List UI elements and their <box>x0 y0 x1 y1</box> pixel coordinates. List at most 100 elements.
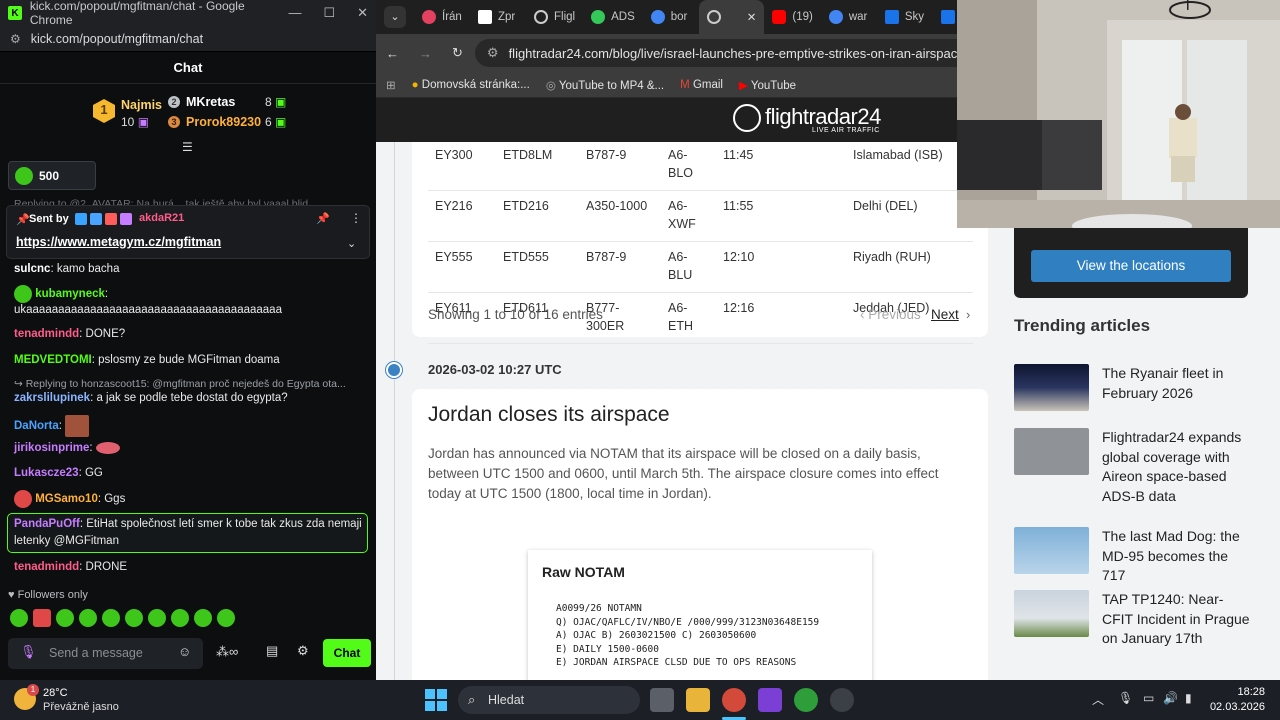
article-title[interactable]: The last Mad Dog: the MD-95 becomes the … <box>1102 527 1252 586</box>
bookmark-item[interactable]: ● Domovská stránka:... <box>412 79 530 91</box>
forward-arrow-icon[interactable]: → <box>419 46 432 61</box>
bookmark-item[interactable]: ◎ YouTube to MP4 &... <box>546 78 664 92</box>
fr24-logo-icon <box>733 104 761 132</box>
settings-gear-icon[interactable]: ⚙ <box>297 643 309 659</box>
maximize-icon[interactable]: ☐ <box>323 5 335 21</box>
notam-image: Raw NOTAM A0099/26 NOTAMN Q) OJAC/QAFLC/… <box>528 550 872 680</box>
kicks-infinity-icon[interactable]: ⁂∞ <box>216 644 238 660</box>
tab[interactable]: Zpr <box>470 0 526 34</box>
article-item[interactable]: TAP TP1240: Near-CFIT Incident in Prague… <box>1014 590 1250 646</box>
chrome-icon[interactable] <box>722 688 746 712</box>
previous-page-button[interactable]: ‹ Previous <box>860 307 921 322</box>
weather-temp[interactable]: 28°C <box>43 687 68 699</box>
windows-start-icon[interactable] <box>425 689 447 711</box>
article-title[interactable]: Flightradar24 expands global coverage wi… <box>1102 428 1252 506</box>
article-thumbnail[interactable] <box>1014 590 1089 637</box>
chevron-up-icon[interactable]: ︿ <box>1092 691 1104 708</box>
xbox-icon[interactable] <box>794 688 818 712</box>
emote-icon[interactable] <box>194 609 212 627</box>
chat-header: Chat <box>0 52 376 84</box>
chat-window-title: kick.com/popout/mgfitman/chat - Google C… <box>29 0 245 27</box>
bookmark-item[interactable]: ▶ YouTube <box>739 78 796 92</box>
reload-icon[interactable]: ↻ <box>452 45 463 61</box>
tab[interactable]: Sky <box>877 0 933 34</box>
leaderboard-expand-icon[interactable]: ☰ <box>182 140 193 154</box>
microphone-icon[interactable]: 🎙 <box>1118 691 1133 705</box>
tab[interactable]: bor <box>643 0 699 34</box>
search-icon: ⌕ <box>468 692 476 707</box>
emote-icon[interactable] <box>171 609 189 627</box>
timeline-line <box>394 142 395 680</box>
tab[interactable]: ADS <box>583 0 643 34</box>
apps-grid-icon[interactable]: ⊞ <box>386 78 396 92</box>
emote-icon[interactable] <box>148 609 166 627</box>
chat-url-bar[interactable]: ⚙ kick.com/popout/mgfitman/chat <box>0 26 376 52</box>
taskbar-date[interactable]: 02.03.2026 <box>1201 701 1265 713</box>
article-item[interactable]: The last Mad Dog: the MD-95 becomes the … <box>1014 527 1248 583</box>
trending-heading: Trending articles <box>1014 316 1151 335</box>
tab-favicon-icon <box>706 10 721 24</box>
bookmark-item[interactable]: M Gmail <box>680 79 723 91</box>
battery-icon[interactable]: ▮ <box>1185 691 1192 705</box>
next-page-button[interactable]: Next <box>931 307 959 322</box>
bookmark-favicon-icon: ● <box>411 78 419 91</box>
tab[interactable]: Fligl <box>526 0 583 34</box>
taskbar-search[interactable]: ⌕ Hledat <box>458 686 640 714</box>
article-thumbnail[interactable] <box>1014 428 1089 475</box>
chat-message: tenadmindd: DONE? <box>14 328 126 340</box>
store-icon[interactable]: ▤ <box>266 643 278 659</box>
close-tab-icon[interactable]: ✕ <box>747 10 757 24</box>
tab-favicon-icon <box>884 10 899 24</box>
network-icon[interactable]: ▭ <box>1143 691 1154 705</box>
chat-window: K kick.com/popout/mgfitman/chat - Google… <box>0 0 376 680</box>
tab-favicon-icon <box>478 10 492 24</box>
article-title[interactable]: The Ryanair fleet in February 2026 <box>1102 364 1252 403</box>
emoji-icon[interactable]: ☺ <box>178 644 191 659</box>
app-icon[interactable] <box>758 688 782 712</box>
article-thumbnail[interactable] <box>1014 527 1089 574</box>
taskbar-time[interactable]: 18:28 <box>1213 686 1265 698</box>
minimize-icon[interactable]: — <box>288 5 301 21</box>
file-explorer-icon[interactable] <box>686 688 710 712</box>
article-item[interactable]: The Ryanair fleet in February 2026 <box>1014 364 1248 414</box>
emote-icon[interactable] <box>33 609 51 627</box>
back-arrow-icon[interactable]: ← <box>386 46 399 61</box>
emote-icon[interactable] <box>56 609 74 627</box>
more-options-icon[interactable]: ⋮ <box>350 211 362 225</box>
microphone-icon[interactable]: 🎙 <box>20 644 37 660</box>
send-chat-button[interactable]: Chat <box>323 639 371 667</box>
chat-message-continued: ukaaaaaaaaaaaaaaaaaaaaaaaaaaaaaaaaaaaaaa… <box>14 304 282 316</box>
weather-desc[interactable]: Převážně jasno <box>43 701 119 713</box>
tab[interactable]: Írán <box>414 0 470 34</box>
chat-message: MEDVEDTOMI: pslosmy ze bude MGFitman doa… <box>14 354 280 366</box>
article-thumbnail[interactable] <box>1014 364 1089 411</box>
site-info-icon[interactable]: ⚙ <box>10 32 21 46</box>
site-info-icon[interactable]: ⚙ <box>487 45 499 61</box>
tab-active[interactable]: ✕ <box>698 0 765 34</box>
article-item[interactable]: Flightradar24 expands global coverage wi… <box>1014 428 1248 504</box>
volume-icon[interactable]: 🔊 <box>1163 691 1178 705</box>
pinned-link[interactable]: https://www.metagym.cz/mgfitman <box>16 235 221 249</box>
chevron-right-icon[interactable]: › <box>966 307 970 322</box>
message-input[interactable]: 🎙 Send a message ☺ <box>8 638 203 669</box>
pinned-kicks-box[interactable]: 500 <box>8 161 96 190</box>
view-locations-button[interactable]: View the locations <box>1031 250 1231 282</box>
emote-icon[interactable] <box>79 609 97 627</box>
tab-search-icon[interactable]: ⌄ <box>384 6 406 28</box>
tab[interactable]: war <box>821 0 877 34</box>
article-title[interactable]: TAP TP1240: Near-CFIT Incident in Prague… <box>1102 590 1252 649</box>
tab[interactable]: (19) <box>764 0 820 34</box>
badge-icon <box>105 213 117 225</box>
emote-icon[interactable] <box>125 609 143 627</box>
unpin-icon[interactable]: 📌 <box>316 212 330 225</box>
emote-icon[interactable] <box>10 609 28 627</box>
task-view-icon[interactable] <box>650 688 674 712</box>
emote-icon[interactable] <box>217 609 235 627</box>
tab-favicon-icon <box>591 10 606 24</box>
app-icon[interactable] <box>830 688 854 712</box>
chevron-down-icon[interactable]: ⌄ <box>347 237 356 250</box>
close-icon[interactable]: ✕ <box>357 5 368 21</box>
emote-icon[interactable] <box>102 609 120 627</box>
flights-card: EY300 ETD8LM B787-9 A6-BLO 11:45 Islamab… <box>412 142 988 344</box>
badge-icon <box>120 213 132 225</box>
